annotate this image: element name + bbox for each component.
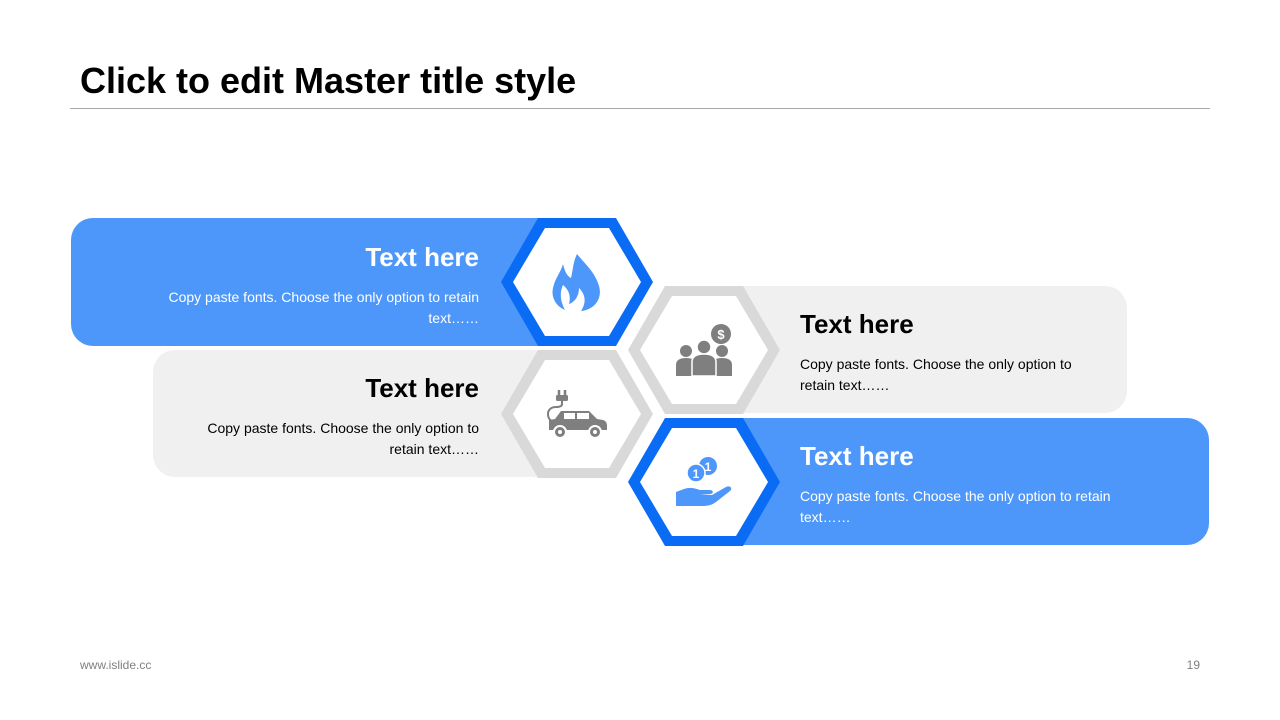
page-number: 19	[1186, 658, 1200, 672]
item-4-body: Copy paste fonts. Choose the only option…	[800, 488, 1111, 525]
item-2-body: Copy paste fonts. Choose the only option…	[800, 356, 1072, 393]
item-2-band: Text here Copy paste fonts. Choose the o…	[738, 286, 1127, 413]
people-money-icon: $	[676, 324, 732, 377]
electric-car-icon	[546, 390, 607, 439]
svg-text:1: 1	[705, 460, 712, 474]
svg-text:$: $	[717, 327, 725, 342]
item-4-hexagon: 1 1	[626, 416, 782, 548]
hand-coins-icon: 1 1	[676, 457, 732, 506]
footer-url: www.islide.cc	[80, 658, 152, 672]
item-4-heading: Text here	[800, 441, 914, 471]
item-1-body: Copy paste fonts. Choose the only option…	[168, 289, 479, 326]
item-2-heading: Text here	[800, 309, 914, 339]
svg-text:1: 1	[693, 467, 700, 481]
item-3-band: Text here Copy paste fonts. Choose the o…	[153, 350, 541, 477]
item-1-heading: Text here	[365, 242, 479, 272]
title-divider	[70, 108, 1210, 109]
slide-title: Click to edit Master title style	[80, 60, 577, 101]
item-4-band: Text here Copy paste fonts. Choose the o…	[738, 418, 1209, 545]
fire-icon	[552, 254, 600, 311]
item-3-body: Copy paste fonts. Choose the only option…	[207, 420, 479, 457]
item-1-band: Text here Copy paste fonts. Choose the o…	[71, 218, 541, 346]
item-3-heading: Text here	[365, 373, 479, 403]
